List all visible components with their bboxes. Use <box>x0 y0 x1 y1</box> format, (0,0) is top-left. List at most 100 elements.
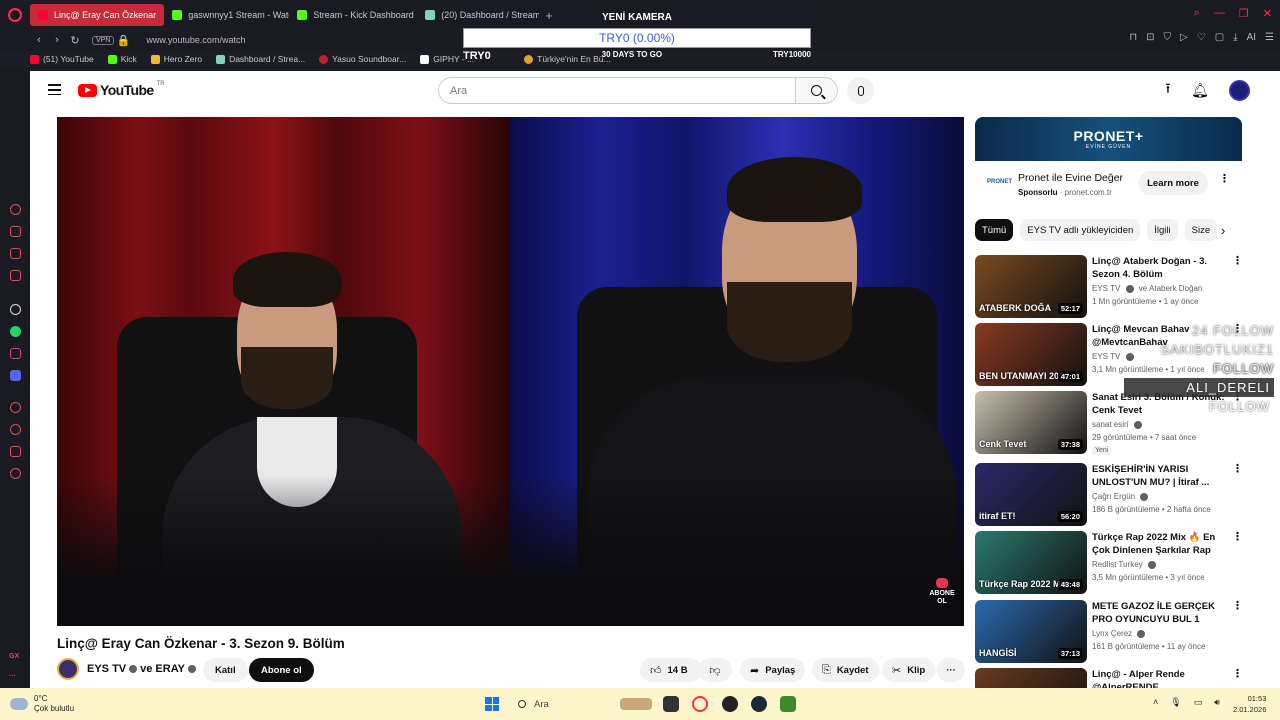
video-thumbnail[interactable]: Türkçe Rap 2022 Mix 43:48 <box>975 531 1087 594</box>
bookmark-kick[interactable]: Kick <box>107 54 137 64</box>
tray-overflow-icon[interactable]: ˄ <box>1153 697 1158 708</box>
pin-icon[interactable]: ⊓ <box>1129 32 1137 43</box>
shield-icon[interactable]: ⛉ <box>1164 32 1172 43</box>
instagram-icon[interactable] <box>10 348 21 359</box>
dislike-button[interactable]: 👎︎ <box>698 658 732 682</box>
notifications-bell-icon[interactable]: 🔔︎ <box>1191 81 1209 99</box>
steam-icon[interactable] <box>751 696 767 712</box>
play-icon[interactable]: ▷ <box>1180 32 1188 43</box>
heart-icon[interactable]: ♡ <box>1197 32 1206 43</box>
search-input[interactable]: Ara <box>438 77 796 104</box>
recommendation-title[interactable]: Linç@ - Alper Rende @AlperRENDE <box>1092 668 1230 688</box>
bookmark-yasuo[interactable]: Yasuo Soundboar... <box>319 54 406 64</box>
avatar[interactable] <box>1229 80 1250 101</box>
discord-icon[interactable] <box>10 370 21 381</box>
messenger-icon[interactable] <box>10 270 21 281</box>
recommendation-title[interactable]: METE GAZOZ İLE GERÇEK PRO OYUNCUYU BUL 1… <box>1092 600 1230 627</box>
subscribe-button[interactable]: Abone ol <box>249 658 314 682</box>
microphone-icon[interactable]: 🎙︎ <box>1170 697 1181 708</box>
join-button[interactable]: Katıl <box>203 658 248 682</box>
chip-from-uploader[interactable]: EYS TV adlı yükleyiciden <box>1020 219 1141 241</box>
voice-search-button[interactable] <box>847 77 874 104</box>
tab-youtube[interactable]: Linç@ Eray Can Özkenar <box>30 4 165 26</box>
chevron-right-icon[interactable]: › <box>1221 223 1225 238</box>
recommendation-channel[interactable]: Çağrı Ergün <box>1092 492 1151 501</box>
chip-for-you[interactable]: Size <box>1184 219 1218 241</box>
recommendation-item[interactable]: ATABERK DOĞA 52:17 Linç@ Ataberk Doğan - 3… <box>975 255 1245 319</box>
youtube-logo[interactable]: YouTube TR <box>78 81 165 98</box>
recommendation-item[interactable]: Linç@ - Alper Rende @AlperRENDE ⋮ <box>975 668 1245 688</box>
menu-icon[interactable]: ☰ <box>1265 32 1274 43</box>
app-icon[interactable] <box>780 696 796 712</box>
video-thumbnail[interactable] <box>975 668 1087 688</box>
task-view-icon[interactable] <box>663 696 679 712</box>
hamburger-menu-icon[interactable] <box>48 84 61 98</box>
recommendation-channel[interactable]: sanat esiri <box>1092 420 1145 429</box>
close-icon[interactable]: ✕ <box>1263 7 1272 20</box>
more-icon[interactable]: ··· <box>9 673 16 680</box>
back-icon[interactable]: ‹ <box>30 34 48 46</box>
upload-icon[interactable]: ⭱ <box>1159 80 1177 99</box>
more-options-icon[interactable]: ⋮ <box>1232 601 1243 612</box>
search-tabs-icon[interactable]: ⌕ <box>1194 7 1200 20</box>
video-player[interactable]: ABONE OL <box>57 117 964 626</box>
channel-avatar[interactable] <box>57 658 79 680</box>
video-thumbnail[interactable]: itiraf ET! 56:20 <box>975 463 1087 526</box>
ad-more-icon[interactable]: ⋮ <box>1219 174 1230 185</box>
search-button[interactable] <box>796 77 838 104</box>
chip-related[interactable]: İlgili <box>1147 219 1178 241</box>
url-field[interactable]: www.youtube.com/watch <box>146 35 245 45</box>
recommendation-channel[interactable]: Lynx Çerez <box>1092 629 1148 638</box>
like-button[interactable]: 👍︎ 14 B <box>640 658 702 682</box>
box-icon[interactable]: ▢ <box>1215 32 1224 43</box>
ad-banner[interactable]: PRONET+ EVİNE GÜVEN <box>975 117 1242 161</box>
channel-name[interactable]: EYS TV ve ERAY <box>87 663 199 675</box>
minimize-icon[interactable]: — <box>1214 7 1225 20</box>
video-thumbnail[interactable]: ATABERK DOĞA 52:17 <box>975 255 1087 318</box>
store-icon[interactable] <box>10 226 21 237</box>
more-options-icon[interactable]: ⋮ <box>1232 669 1243 680</box>
forward-icon[interactable]: › <box>48 34 66 46</box>
recommendation-title[interactable]: Linç@ Ataberk Doğan - 3. Sezon 4. Bölüm <box>1092 255 1230 281</box>
chatgpt-icon[interactable] <box>10 304 21 315</box>
video-thumbnail[interactable]: Cenk Tevet 37:38 <box>975 391 1087 454</box>
clock[interactable]: 01:53 2.01.2026 <box>1233 693 1266 715</box>
opera-logo-icon[interactable] <box>0 0 30 30</box>
ad-title[interactable]: Pronet ile Evine Değer <box>1018 172 1123 184</box>
bookmark-dashboard[interactable]: Dashboard / Strea... <box>216 54 305 64</box>
recommendation-channel[interactable]: EYS TV ve Ataberk Doğan <box>1092 284 1202 293</box>
network-icon[interactable]: ▭ <box>1194 697 1203 708</box>
gx-icon[interactable]: GX <box>9 653 19 660</box>
recommendation-item[interactable]: HANGİSİ 37:13 METE GAZOZ İLE GERÇEK PRO OY… <box>975 600 1245 664</box>
twitch-icon[interactable] <box>10 248 21 259</box>
opera-gx-icon[interactable] <box>692 696 708 712</box>
learn-more-button[interactable]: Learn more <box>1138 171 1208 195</box>
clip-button[interactable]: ✂ Klip <box>882 658 936 682</box>
maximize-icon[interactable]: ❐ <box>1239 7 1249 20</box>
aria-icon[interactable] <box>10 204 21 215</box>
history-icon[interactable] <box>10 424 21 435</box>
recommendation-channel[interactable]: Redlist Turkey <box>1092 560 1159 569</box>
recommendation-item[interactable]: itiraf ET! 56:20 ESKİŞEHİR'İN YARISI UNLOS… <box>975 463 1245 527</box>
player-icon[interactable] <box>10 402 21 413</box>
obs-icon[interactable] <box>722 696 738 712</box>
recommendation-item[interactable]: Türkçe Rap 2022 Mix 43:48 Türkçe Rap 2022 … <box>975 531 1245 595</box>
more-options-icon[interactable]: ⋮ <box>1232 464 1243 475</box>
whatsapp-icon[interactable] <box>10 326 21 337</box>
vpn-badge[interactable]: VPN <box>92 35 115 45</box>
more-actions-button[interactable]: ··· <box>937 658 965 682</box>
more-options-icon[interactable]: ⋮ <box>1232 256 1243 267</box>
tab-kick-watch[interactable]: gaswnnyy1 Stream - Watc <box>164 4 289 26</box>
bookmark-youtube[interactable]: (51) YouTube <box>30 54 94 64</box>
more-options-icon[interactable]: ⋮ <box>1232 532 1243 543</box>
extensions-icon[interactable] <box>10 446 21 457</box>
camera-icon[interactable]: ⊡ <box>1146 32 1154 43</box>
recommendation-title[interactable]: Türkçe Rap 2022 Mix 🔥 En Çok Dinlenen Şa… <box>1092 531 1230 558</box>
settings-icon[interactable] <box>10 468 21 479</box>
video-thumbnail[interactable]: HANGİSİ 37:13 <box>975 600 1087 663</box>
recommendation-title[interactable]: ESKİŞEHİR'İN YARISI UNLOST'UN MU? | İtir… <box>1092 463 1230 489</box>
share-button[interactable]: ➦ Paylaş <box>740 658 806 682</box>
ai-button[interactable]: AI <box>1247 32 1256 43</box>
save-button[interactable]: ⎘ Kaydet <box>812 658 879 682</box>
volume-icon[interactable]: 🔊︎ <box>1214 697 1220 708</box>
